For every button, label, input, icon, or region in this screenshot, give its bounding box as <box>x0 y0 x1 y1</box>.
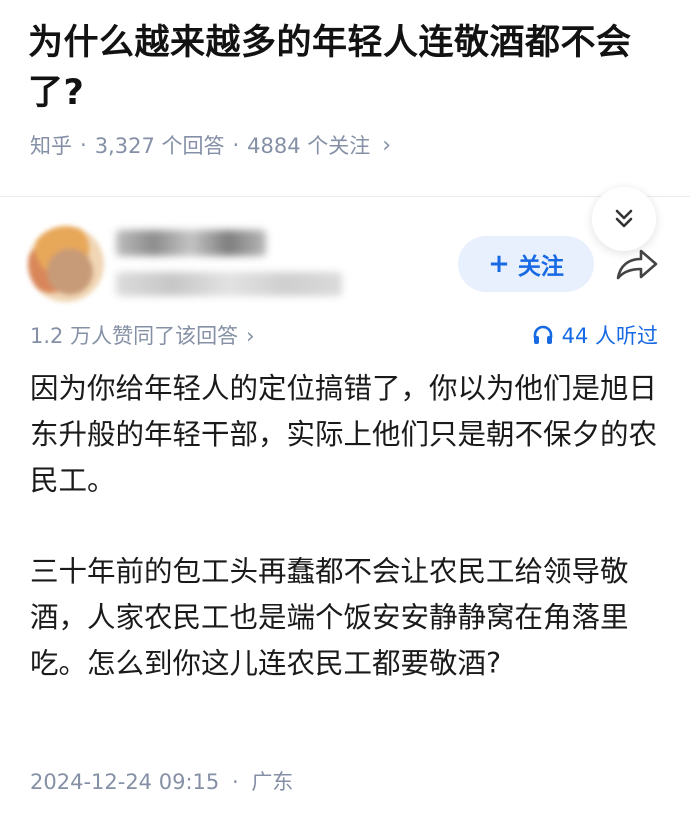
meta-separator: · <box>231 770 239 794</box>
follow-label: 关注 <box>517 254 564 280</box>
listen-count: 44 人听过 <box>561 324 658 348</box>
meta-separator: · <box>232 133 240 157</box>
plus-icon: + <box>488 249 510 279</box>
double-chevron-down-icon <box>615 209 633 228</box>
share-arrow-icon[interactable] <box>614 244 660 284</box>
chevron-right-icon: › <box>246 324 255 348</box>
listen-button[interactable]: 44 人听过 <box>532 320 658 350</box>
follower-count: 4884 个关注 <box>247 134 371 158</box>
source-label: 知乎 <box>30 134 72 158</box>
answer-footer: 2024-12-24 09:15 · 广东 <box>30 766 293 796</box>
collapse-button[interactable] <box>592 187 656 251</box>
chevron-right-icon: › <box>382 132 392 158</box>
answer-paragraph: 因为你给年轻人的定位搞错了，你以为他们是旭日东升般的年轻干部，实际上他们只是朝不… <box>30 372 658 497</box>
likes-summary[interactable]: 1.2 万人赞同了该回答 › <box>30 320 254 350</box>
author-name-blurred[interactable] <box>116 230 266 256</box>
question-meta[interactable]: 知乎 · 3,327 个回答 · 4884 个关注 › <box>30 130 391 160</box>
likes-text: 1.2 万人赞同了该回答 <box>30 324 239 348</box>
answer-date: 2024-12-24 09:15 <box>30 770 220 794</box>
divider <box>0 196 690 197</box>
answer-paragraph: 三十年前的包工头再蠢都不会让农民工给领导敬酒，人家农民工也是端个饭安安静静窝在角… <box>30 555 629 680</box>
answer-location: 广东 <box>251 770 294 794</box>
answer-body[interactable]: 因为你给年轻人的定位搞错了，你以为他们是旭日东升般的年轻干部，实际上他们只是朝不… <box>30 366 662 732</box>
headphones-icon <box>533 325 552 344</box>
question-title[interactable]: 为什么越来越多的年轻人连敬酒都不会了? <box>28 18 668 118</box>
author-bio-blurred <box>116 272 342 296</box>
answer-count: 3,327 个回答 <box>94 134 225 158</box>
follow-button[interactable]: + 关注 <box>458 236 594 292</box>
avatar[interactable] <box>28 226 104 302</box>
meta-separator: · <box>80 133 87 157</box>
